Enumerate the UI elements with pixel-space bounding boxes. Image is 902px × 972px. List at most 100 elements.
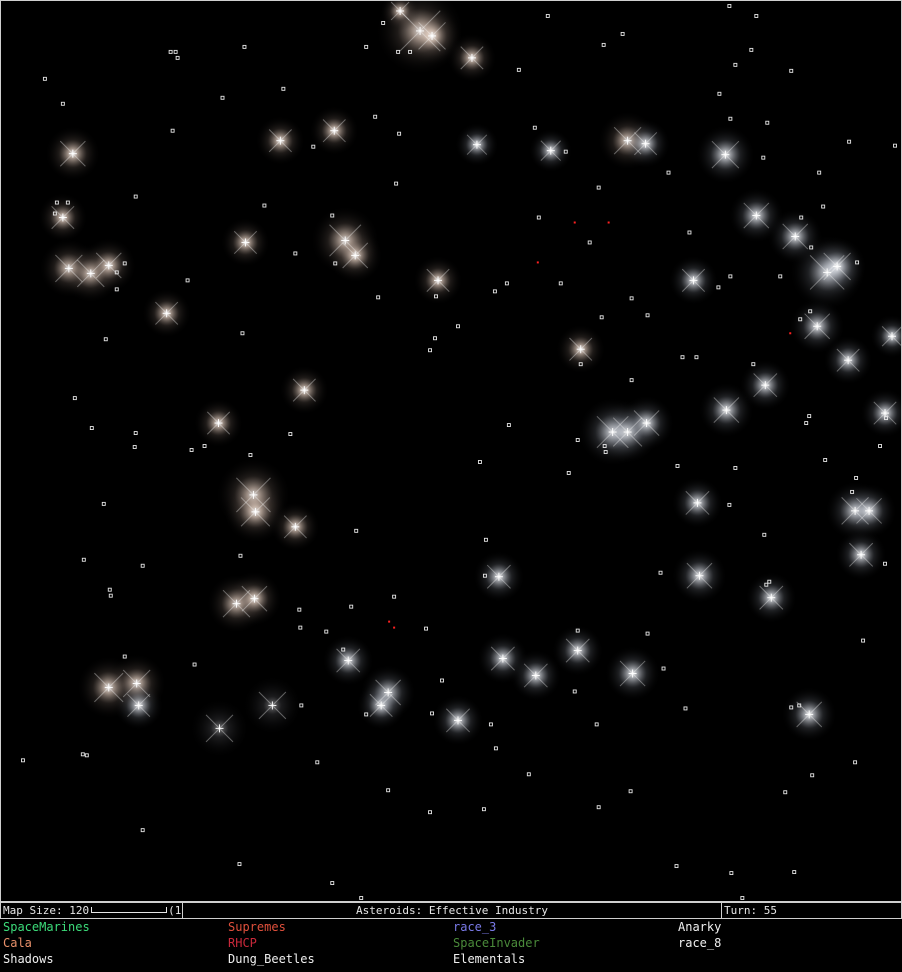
planet-dot-icon[interactable] xyxy=(629,378,634,383)
fleet-marker-icon[interactable] xyxy=(536,261,539,264)
planet-dot-icon[interactable] xyxy=(237,862,242,867)
planet-dot-icon[interactable] xyxy=(526,772,531,777)
planet-dot-icon[interactable] xyxy=(575,438,580,442)
planet-dot-icon[interactable] xyxy=(596,805,601,810)
planet-dot-icon[interactable] xyxy=(807,414,812,419)
planet-dot-icon[interactable] xyxy=(601,42,606,47)
planet-dot-icon[interactable] xyxy=(628,789,633,794)
planet-dot-icon[interactable] xyxy=(133,194,138,199)
planet-dot-icon[interactable] xyxy=(175,55,180,60)
planet-dot-icon[interactable] xyxy=(428,810,432,815)
planet-dot-icon[interactable] xyxy=(717,91,722,96)
planet-dot-icon[interactable] xyxy=(424,626,429,631)
planet-dot-icon[interactable] xyxy=(373,114,378,119)
planet-dot-icon[interactable] xyxy=(481,807,486,812)
planet-dot-icon[interactable] xyxy=(733,466,738,470)
planet-dot-icon[interactable] xyxy=(878,444,882,448)
planet-dot-icon[interactable] xyxy=(694,355,699,360)
planet-dot-icon[interactable] xyxy=(477,460,482,464)
planet-dot-icon[interactable] xyxy=(80,752,85,757)
planet-dot-icon[interactable] xyxy=(488,722,493,727)
planet-dot-icon[interactable] xyxy=(60,101,65,106)
planet-dot-icon[interactable] xyxy=(740,896,745,900)
planet-dot-icon[interactable] xyxy=(293,251,298,256)
planet-dot-icon[interactable] xyxy=(392,594,397,599)
planet-dot-icon[interactable] xyxy=(661,666,666,671)
fleet-marker-icon[interactable] xyxy=(388,620,391,623)
planet-dot-icon[interactable] xyxy=(823,458,828,462)
planet-dot-icon[interactable] xyxy=(483,537,488,542)
planet-dot-icon[interactable] xyxy=(238,553,243,558)
planet-dot-icon[interactable] xyxy=(504,281,509,286)
planet-dot-icon[interactable] xyxy=(89,426,94,430)
planet-dot-icon[interactable] xyxy=(456,324,460,329)
planet-dot-icon[interactable] xyxy=(242,44,247,49)
planet-dot-icon[interactable] xyxy=(594,722,599,727)
planet-dot-icon[interactable] xyxy=(311,144,316,149)
planet-dot-icon[interactable] xyxy=(107,587,112,592)
planet-dot-icon[interactable] xyxy=(262,203,267,208)
planet-dot-icon[interactable] xyxy=(108,593,113,598)
planet-dot-icon[interactable] xyxy=(324,629,329,634)
planet-dot-icon[interactable] xyxy=(587,240,592,245)
planet-dot-icon[interactable] xyxy=(516,67,521,72)
planet-dot-icon[interactable] xyxy=(349,604,354,609)
planet-dot-icon[interactable] xyxy=(893,143,897,148)
planet-dot-icon[interactable] xyxy=(330,881,335,885)
planet-dot-icon[interactable] xyxy=(240,331,245,336)
planet-dot-icon[interactable] xyxy=(364,44,369,49)
galaxy-map[interactable] xyxy=(0,0,902,902)
planet-dot-icon[interactable] xyxy=(596,185,601,190)
planet-dot-icon[interactable] xyxy=(792,870,797,875)
planet-dot-icon[interactable] xyxy=(566,471,571,475)
planet-dot-icon[interactable] xyxy=(173,49,178,54)
planet-dot-icon[interactable] xyxy=(861,638,866,643)
planet-dot-icon[interactable] xyxy=(394,181,399,186)
planet-dot-icon[interactable] xyxy=(288,432,293,436)
planet-dot-icon[interactable] xyxy=(506,423,511,428)
planet-dot-icon[interactable] xyxy=(683,706,688,711)
planet-dot-icon[interactable] xyxy=(789,68,794,73)
planet-dot-icon[interactable] xyxy=(81,557,86,562)
planet-dot-icon[interactable] xyxy=(749,47,754,52)
planet-dot-icon[interactable] xyxy=(248,453,253,457)
planet-dot-icon[interactable] xyxy=(572,689,577,694)
planet-dot-icon[interactable] xyxy=(359,896,364,900)
planet-dot-icon[interactable] xyxy=(804,421,809,426)
fleet-marker-icon[interactable] xyxy=(393,626,396,629)
planet-dot-icon[interactable] xyxy=(687,230,692,235)
planet-dot-icon[interactable] xyxy=(315,760,320,765)
planet-dot-icon[interactable] xyxy=(765,120,770,125)
planet-dot-icon[interactable] xyxy=(727,502,732,507)
planet-dot-icon[interactable] xyxy=(674,864,679,869)
planet-dot-icon[interactable] xyxy=(729,871,734,876)
planet-dot-icon[interactable] xyxy=(620,31,625,36)
planet-dot-icon[interactable] xyxy=(545,14,550,18)
fleet-marker-icon[interactable] xyxy=(607,221,610,224)
planet-dot-icon[interactable] xyxy=(132,445,137,449)
planet-dot-icon[interactable] xyxy=(202,444,207,448)
planet-dot-icon[interactable] xyxy=(853,760,858,765)
planet-dot-icon[interactable] xyxy=(854,475,859,480)
planet-dot-icon[interactable] xyxy=(783,790,788,795)
planet-dot-icon[interactable] xyxy=(140,828,145,833)
planet-dot-icon[interactable] xyxy=(645,631,650,636)
planet-dot-icon[interactable] xyxy=(21,758,25,763)
planet-dot-icon[interactable] xyxy=(599,315,604,320)
planet-dot-icon[interactable] xyxy=(778,274,783,279)
planet-dot-icon[interactable] xyxy=(658,570,663,575)
planet-dot-icon[interactable] xyxy=(170,128,175,133)
planet-dot-icon[interactable] xyxy=(42,76,47,81)
planet-dot-icon[interactable] xyxy=(433,336,437,341)
planet-dot-icon[interactable] xyxy=(220,95,225,100)
planet-dot-icon[interactable] xyxy=(493,746,498,751)
planet-dot-icon[interactable] xyxy=(103,337,108,342)
planet-dot-icon[interactable] xyxy=(84,753,89,758)
planet-dot-icon[interactable] xyxy=(192,662,197,667)
planet-dot-icon[interactable] xyxy=(558,281,563,286)
planet-dot-icon[interactable] xyxy=(817,170,822,175)
planet-dot-icon[interactable] xyxy=(189,448,194,452)
planet-dot-icon[interactable] xyxy=(354,528,359,533)
planet-dot-icon[interactable] xyxy=(728,274,733,279)
planet-dot-icon[interactable] xyxy=(680,355,685,360)
